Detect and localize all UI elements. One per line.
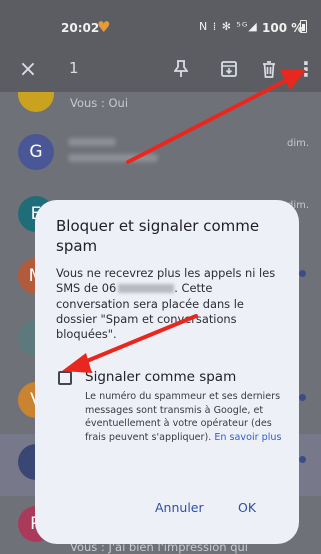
signal-icons: N ⁞ ✻ ⁵ᴳ◢ xyxy=(199,20,258,33)
message-date: dim. xyxy=(287,138,310,149)
avatar: G xyxy=(18,134,54,170)
ok-button[interactable]: OK xyxy=(238,500,256,515)
report-spam-description: Le numéro du spammeur et ses derniers me… xyxy=(85,390,285,444)
report-spam-label[interactable]: Signaler comme spam xyxy=(85,369,236,385)
list-item[interactable]: G dim. xyxy=(0,124,321,186)
pin-icon[interactable] xyxy=(170,46,192,92)
redacted-name xyxy=(68,138,116,146)
status-time: 20:02 xyxy=(61,21,100,35)
archive-icon[interactable] xyxy=(218,46,240,92)
cancel-button[interactable]: Annuler xyxy=(155,500,204,515)
close-icon[interactable]: × xyxy=(16,46,40,92)
redacted-snippet xyxy=(68,154,158,162)
battery-icon xyxy=(300,20,307,33)
selection-toolbar: × 1 ⋮ xyxy=(0,46,321,92)
dialog-body: Vous ne recevrez plus les appels ni les … xyxy=(56,266,286,342)
block-report-dialog: Bloquer et signaler comme spam Vous ne r… xyxy=(35,200,299,544)
report-spam-checkbox[interactable] xyxy=(58,371,72,385)
battery-level: 100 % xyxy=(262,21,304,35)
unread-dot xyxy=(299,456,306,463)
more-options-icon[interactable]: ⋮ xyxy=(296,46,316,92)
message-snippet: Vous : Oui xyxy=(70,96,129,110)
redacted-phone-number xyxy=(118,284,175,294)
avatar xyxy=(18,92,54,112)
delete-icon[interactable] xyxy=(258,46,280,92)
heart-icon: ♥ xyxy=(97,18,111,36)
status-bar: 20:02 ♥ N ⁞ ✻ ⁵ᴳ◢ 100 % xyxy=(0,0,321,46)
learn-more-link[interactable]: En savoir plus xyxy=(214,432,281,443)
dialog-title: Bloquer et signaler comme spam xyxy=(56,217,260,255)
unread-dot xyxy=(299,270,306,277)
selected-count: 1 xyxy=(69,59,79,77)
unread-dot xyxy=(299,394,306,401)
